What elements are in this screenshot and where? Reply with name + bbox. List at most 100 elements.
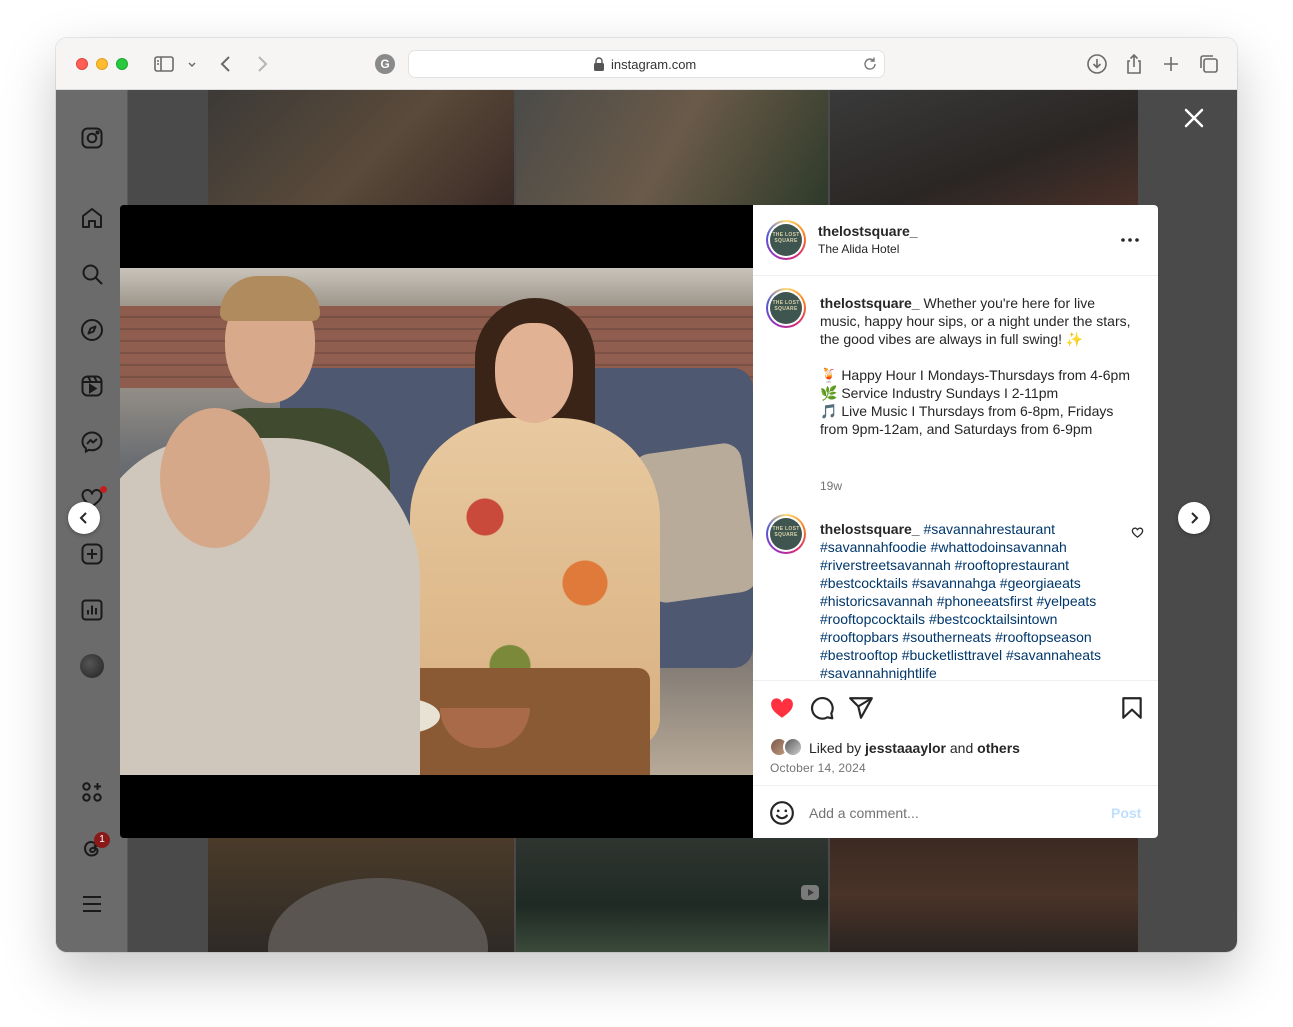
grid-post-thumbnail[interactable] [208,90,514,205]
liked-by-text: Liked by jesstaaaylor and others [809,740,1020,756]
insights-icon[interactable] [80,598,104,622]
photo-foreground-head [160,408,270,548]
post-caption: thelostsquare_ Whether you're here for l… [820,294,1138,438]
photo-woman-face [495,323,573,423]
emoji-smiley-icon[interactable] [769,800,795,826]
instagram-logo-icon[interactable] [80,126,104,150]
browser-toolbar: G instagram.com [56,38,1237,90]
post-media-area[interactable] [120,205,753,838]
search-icon[interactable] [80,262,104,286]
forward-icon[interactable] [250,52,274,76]
close-modal-icon[interactable] [1180,104,1208,132]
hashtag-link[interactable]: #southerneats [903,629,992,645]
chevron-down-icon[interactable] [184,52,200,76]
comment-username[interactable]: thelostsquare_ [820,521,920,537]
grid-post-thumbnail[interactable] [516,90,828,205]
more-options-icon[interactable] [1118,230,1142,250]
comment-like-heart-icon[interactable] [1131,526,1144,539]
caption-line: 🍹 Happy Hour I Mondays-Thursdays from 4-… [820,367,1130,383]
share-icon[interactable] [1122,52,1146,76]
sidebar-toggle-icon[interactable] [152,52,176,76]
grid-post-thumbnail[interactable] [516,838,828,952]
hashtag-link[interactable]: #yelpeats [1036,593,1096,609]
messenger-icon[interactable] [80,430,104,454]
lock-icon [593,57,605,71]
comment-composer: Post [753,785,1158,838]
caption-username[interactable]: thelostsquare_ [820,295,920,311]
previous-post-button[interactable] [68,502,100,534]
post-date[interactable]: October 14, 2024 [770,761,866,775]
hashtag-link[interactable]: #bucketlisttravel [902,647,1002,663]
share-paper-plane-icon[interactable] [848,695,874,721]
back-icon[interactable] [214,52,238,76]
liked-by-username[interactable]: jesstaaaylor [865,740,946,756]
hashtag-link[interactable]: #phoneeatsfirst [937,593,1033,609]
author-avatar[interactable]: THE LOST SQUARE [766,220,806,260]
hashtag-link[interactable]: #historicsavannah [820,593,933,609]
grid-post-thumbnail[interactable] [830,838,1138,952]
home-icon[interactable] [80,206,104,230]
download-icon[interactable] [1085,52,1109,76]
chevron-right-icon [1191,512,1199,524]
chevron-left-icon [79,512,87,524]
plate-shape [268,878,488,952]
hashtag-link[interactable]: #savannaheats [1006,647,1101,663]
hashtag-link[interactable]: #georgiaeats [1000,575,1081,591]
grammarly-icon[interactable]: G [375,54,395,74]
threads-badge: 1 [94,832,110,848]
next-post-button[interactable] [1178,502,1210,534]
hashtag-link[interactable]: #rooftoprestaurant [955,557,1069,573]
profile-avatar[interactable] [80,654,104,678]
zoom-window-button[interactable] [116,58,128,70]
hashtag-link[interactable]: #rooftopseason [995,629,1092,645]
post-modal: THE LOST SQUARE thelostsquare_ The Alida… [120,205,1158,838]
menu-hamburger-icon[interactable] [80,892,104,916]
hashtag-link[interactable]: #rooftopcocktails [820,611,925,627]
hashtag-link[interactable]: #savannahfoodie [820,539,927,555]
hashtag-link[interactable]: #riverstreetsavannah [820,557,951,573]
grid-post-thumbnail[interactable] [830,90,1138,205]
post-comment-button[interactable]: Post [1111,805,1141,821]
hashtag-link[interactable]: #rooftopbars [820,629,899,645]
caption-line: 🌿 Service Industry Sundays I 2-11pm [820,385,1059,401]
hashtag-link[interactable]: #savannahnightlife [820,665,937,680]
close-window-button[interactable] [76,58,88,70]
new-tab-icon[interactable] [1159,52,1183,76]
reels-icon[interactable] [80,374,104,398]
comments-list[interactable]: THE LOST SQUARE thelostsquare_ Whether y… [753,276,1158,680]
caption-author-avatar[interactable]: THE LOST SQUARE [766,288,806,328]
liker-avatars[interactable] [769,737,809,757]
minimize-window-button[interactable] [96,58,108,70]
reel-indicator-icon [800,882,820,902]
post-header: THE LOST SQUARE thelostsquare_ The Alida… [753,205,1158,276]
like-heart-icon[interactable] [769,695,795,721]
comment-bubble-icon[interactable] [809,695,835,721]
reload-icon[interactable] [862,56,878,72]
hashtag-link[interactable]: #whattodoinsavannah [931,539,1067,555]
photo-sky [120,268,753,306]
hashtag-link[interactable]: #bestcocktailsintown [929,611,1057,627]
hashtag-link[interactable]: #bestcocktails [820,575,908,591]
liked-by-others[interactable]: others [977,740,1020,756]
author-username[interactable]: thelostsquare_ [818,223,918,239]
liked-by-and: and [949,740,974,756]
notification-dot [100,486,107,493]
caption-timestamp[interactable]: 19w [820,479,842,493]
hashtag-link[interactable]: #bestrooftop [820,647,898,663]
grid-post-thumbnail[interactable] [208,838,514,952]
create-post-icon[interactable] [80,542,104,566]
save-bookmark-icon[interactable] [1119,695,1145,721]
liked-by-prefix: Liked by [809,740,862,756]
post-photo[interactable] [120,268,753,775]
address-bar[interactable]: instagram.com [408,50,885,78]
also-from-meta-icon[interactable] [80,780,104,804]
comment-input[interactable] [809,802,1089,824]
explore-compass-icon[interactable] [80,318,104,342]
hashtag-link[interactable]: #savannahrestaurant [923,521,1055,537]
hashtag-comment: thelostsquare_ #savannahrestaurant #sava… [820,520,1120,680]
post-location[interactable]: The Alida Hotel [818,242,899,256]
hashtag-link[interactable]: #savannahga [912,575,996,591]
post-actions: Liked by jesstaaaylor and others October… [753,680,1158,790]
tab-overview-icon[interactable] [1197,52,1221,76]
comment-author-avatar[interactable]: THE LOST SQUARE [766,514,806,554]
